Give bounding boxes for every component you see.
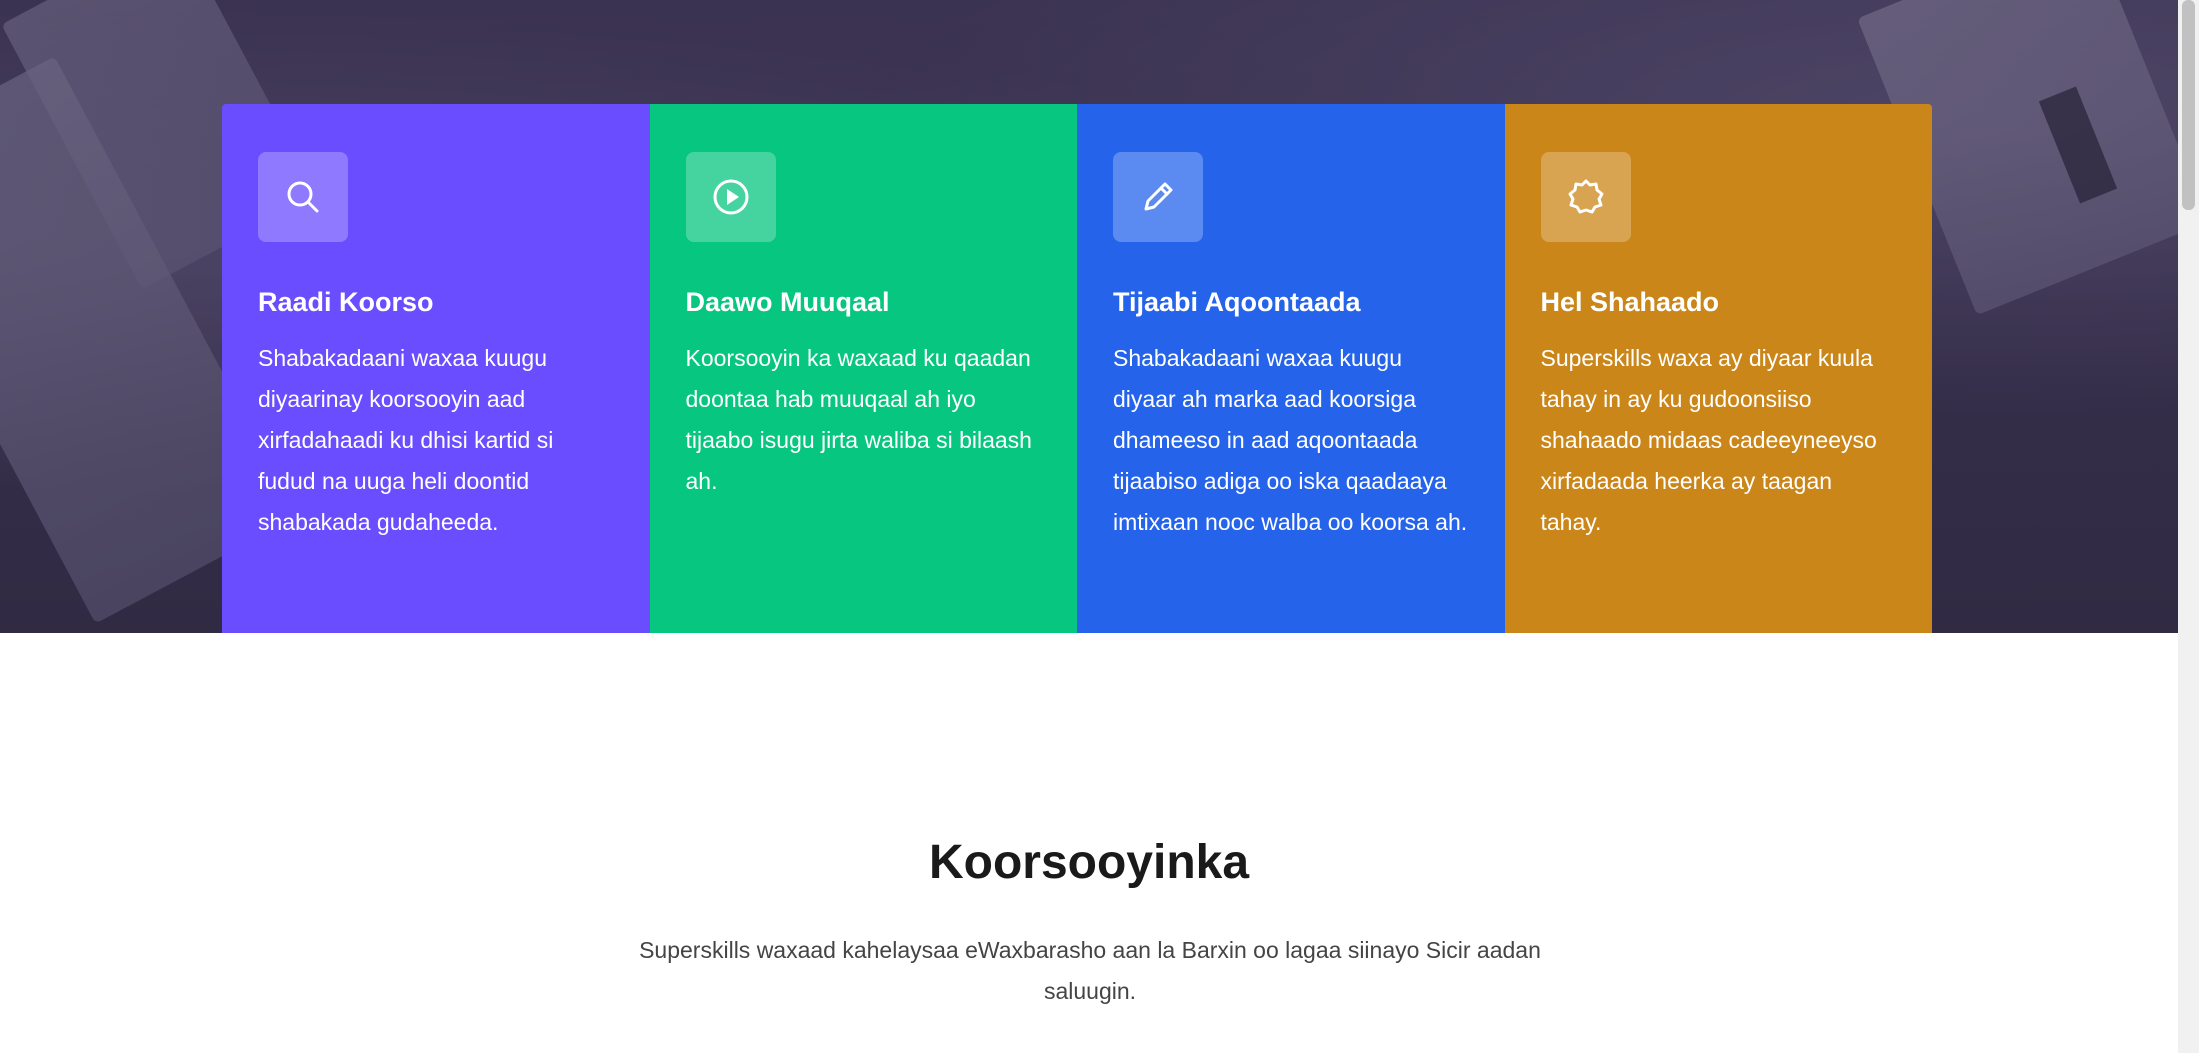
feature-cards: Raadi Koorso Shabakadaani waxaa kuugu di… [222,104,1932,633]
feature-card-video[interactable]: Daawo Muuqaal Koorsooyin ka waxaad ku qa… [649,104,1077,633]
play-icon [685,152,776,242]
feature-title: Tijaabi Aqoontaada [1113,287,1361,317]
feature-description: Superskills waxa ay diyaar kuula tahay i… [1540,345,1877,535]
feature-title: Daawo Muuqaal [685,287,890,317]
badge-icon [1540,152,1631,242]
section-subtitle: Superskills waxaad kahelaysaa eWaxbarash… [639,937,1541,1004]
section-title: Koorsooyinka [928,836,1250,889]
feature-description: Shabakadaani waxaa kuugu diyaarinay koor… [258,345,554,535]
feature-description: Koorsooyin ka waxaad ku qaadan doontaa h… [685,345,1032,494]
feature-title: Hel Shahaado [1540,287,1720,317]
scrollbar-thumb[interactable] [2182,0,2195,210]
feature-card-test[interactable]: Tijaabi Aqoontaada Shabakadaani waxaa ku… [1077,104,1505,633]
feature-title: Raadi Koorso [258,287,434,317]
hero-banner: Raadi Koorso Shabakadaani waxaa kuugu di… [0,0,2178,633]
feature-description: Shabakadaani waxaa kuugu diyaar ah marka… [1113,345,1468,535]
pencil-icon [1113,152,1203,242]
feature-card-certificate[interactable]: Hel Shahaado Superskills waxa ay diyaar … [1504,104,1932,633]
courses-section: Koorsooyinka Superskills waxaad kahelays… [0,633,2178,1053]
search-icon [258,152,348,242]
page-scrollbar[interactable] [2178,0,2199,1053]
feature-card-search[interactable]: Raadi Koorso Shabakadaani waxaa kuugu di… [222,104,650,633]
